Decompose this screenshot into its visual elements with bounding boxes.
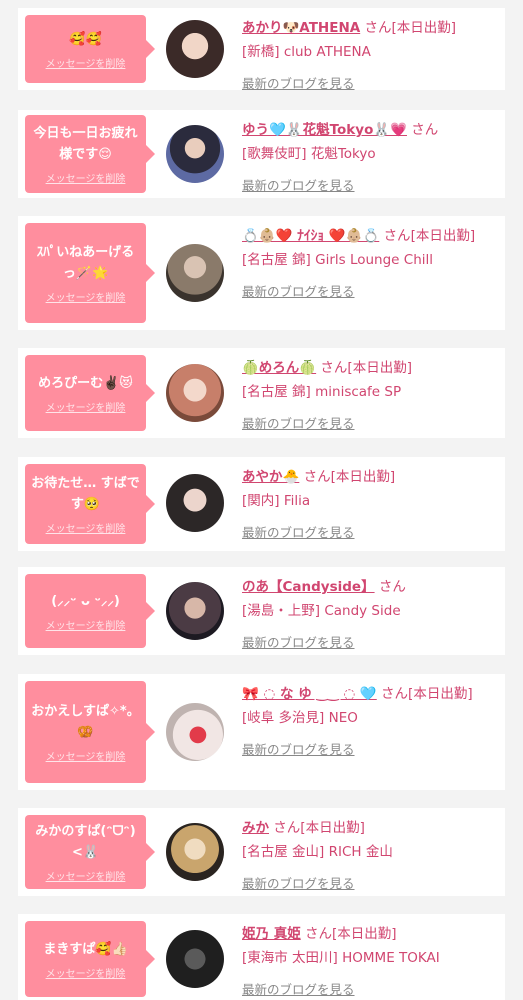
list-item: ｽﾊﾟいねあーげるっ🪄🌟 メッセージを削除 💍👶🏼❤️ ﾅｲｼｮ ❤️👶🏼💍 さ… xyxy=(18,216,505,330)
status-badge: [本日出勤] xyxy=(410,228,476,244)
avatar[interactable] xyxy=(166,703,224,761)
delete-message-link[interactable]: メッセージを削除 xyxy=(46,748,126,763)
list-item: めろぴーむ✌🏿😻 メッセージを削除 🍈めろん🍈 さん[本日出勤] [名古屋 錦]… xyxy=(18,348,505,438)
list-item: まきすぱ🥰👍🏻 メッセージを削除 姫乃 真姫 さん[本日出勤] [東海市 太田川… xyxy=(18,914,505,1000)
shop-name: [関内] Filia xyxy=(242,493,311,509)
latest-blog-link[interactable]: 最新のブログを見る xyxy=(242,281,355,300)
cast-name-link[interactable]: 🎀 ◌ な ゆ ‿‿ ◌ 🩵 xyxy=(242,686,377,702)
message-text: お待たせ… すばです🥺 xyxy=(31,476,140,512)
delete-message-link[interactable]: メッセージを削除 xyxy=(46,965,126,980)
cast-info: のあ【Candyside】 さん [湯島・上野] Candy Side 最新のブ… xyxy=(242,575,495,651)
honorific: さん xyxy=(383,228,411,244)
shop-name: [新橋] club ATHENA xyxy=(242,44,371,60)
honorific: さん xyxy=(378,579,406,595)
message-text: (⸝⸝ᵕ ᴗ ᵕ⸝⸝) xyxy=(51,593,120,609)
message-bubble: めろぴーむ✌🏿😻 メッセージを削除 xyxy=(25,355,155,431)
shop-name: [名古屋 錦] Girls Lounge Chill xyxy=(242,252,434,268)
honorific: さん xyxy=(381,686,409,702)
shop-name: [名古屋 錦] miniscafe SP xyxy=(242,384,402,400)
message-text: まきすぱ🥰👍🏻 xyxy=(43,941,128,957)
cast-info: あかり🐶ATHENA さん[本日出勤] [新橋] club ATHENA 最新の… xyxy=(242,16,495,92)
message-text: 🥰🥰 xyxy=(69,31,102,47)
honorific: さん xyxy=(411,122,439,138)
avatar[interactable] xyxy=(166,582,224,640)
honorific: さん xyxy=(320,360,348,376)
cast-name-link[interactable]: みか xyxy=(242,820,269,836)
status-badge: [本日出勤] xyxy=(300,820,365,836)
delete-message-link[interactable]: メッセージを削除 xyxy=(46,520,126,535)
honorific: さん xyxy=(273,820,301,836)
honorific: さん xyxy=(305,926,332,942)
delete-message-link[interactable]: メッセージを削除 xyxy=(46,399,126,414)
shop-name: [東海市 太田川] HOMME TOKAI xyxy=(242,950,440,966)
favorite-message-list: 🥰🥰 メッセージを削除 あかり🐶ATHENA さん[本日出勤] [新橋] clu… xyxy=(0,0,523,1000)
latest-blog-link[interactable]: 最新のブログを見る xyxy=(242,175,355,194)
message-text: 今日も一日お疲れ様です😌 xyxy=(33,126,138,162)
list-item: おかえしすぱ✧*。🥨 メッセージを削除 🎀 ◌ な ゆ ‿‿ ◌ 🩵 さん[本日… xyxy=(18,674,505,790)
honorific: さん xyxy=(364,20,392,36)
message-bubble: まきすぱ🥰👍🏻 メッセージを削除 xyxy=(25,921,155,997)
avatar[interactable] xyxy=(166,20,224,78)
message-bubble: (⸝⸝ᵕ ᴗ ᵕ⸝⸝) メッセージを削除 xyxy=(25,574,155,648)
message-text: ｽﾊﾟいねあーげるっ🪄🌟 xyxy=(36,245,135,281)
cast-name-link[interactable]: 🍈めろん🍈 xyxy=(242,360,316,376)
message-text: おかえしすぱ✧*。🥨 xyxy=(31,704,140,740)
message-text: みかのすぱ(ᵔᗜᵔ)<🐰 xyxy=(35,824,136,860)
list-item: 今日も一日お疲れ様です😌 メッセージを削除 ゆう🩵🐰花魁Tokyo🐰💗 さん [… xyxy=(18,110,505,198)
avatar[interactable] xyxy=(166,364,224,422)
shop-name: [岐阜 多治見] NEO xyxy=(242,710,358,726)
message-bubble: 今日も一日お疲れ様です😌 メッセージを削除 xyxy=(25,115,155,193)
status-badge: [本日出勤] xyxy=(332,926,397,942)
status-badge: [本日出勤] xyxy=(408,686,473,702)
avatar[interactable] xyxy=(166,244,224,302)
avatar[interactable] xyxy=(166,930,224,988)
delete-message-link[interactable]: メッセージを削除 xyxy=(46,617,126,632)
latest-blog-link[interactable]: 最新のブログを見る xyxy=(242,522,355,541)
shop-name: [湯島・上野] Candy Side xyxy=(242,603,401,619)
status-badge: [本日出勤] xyxy=(391,20,457,36)
cast-name-link[interactable]: あかり🐶ATHENA xyxy=(242,20,360,36)
honorific: さん xyxy=(303,469,331,485)
cast-name-link[interactable]: あやか🐣 xyxy=(242,469,299,485)
message-text: めろぴーむ✌🏿😻 xyxy=(38,375,133,391)
message-bubble: お待たせ… すばです🥺 メッセージを削除 xyxy=(25,464,155,544)
list-item: お待たせ… すばです🥺 メッセージを削除 あやか🐣 さん[本日出勤] [関内] … xyxy=(18,457,505,551)
cast-name-link[interactable]: 💍👶🏼❤️ ﾅｲｼｮ ❤️👶🏼💍 xyxy=(242,228,379,244)
cast-name-link[interactable]: のあ【Candyside】 xyxy=(242,579,375,595)
message-bubble: みかのすぱ(ᵔᗜᵔ)<🐰 メッセージを削除 xyxy=(25,815,155,889)
avatar[interactable] xyxy=(166,823,224,881)
latest-blog-link[interactable]: 最新のブログを見る xyxy=(242,413,355,432)
avatar[interactable] xyxy=(166,125,224,183)
delete-message-link[interactable]: メッセージを削除 xyxy=(46,868,126,883)
cast-info: あやか🐣 さん[本日出勤] [関内] Filia 最新のブログを見る xyxy=(242,465,495,541)
list-item: (⸝⸝ᵕ ᴗ ᵕ⸝⸝) メッセージを削除 のあ【Candyside】 さん [湯… xyxy=(18,567,505,655)
cast-info: 姫乃 真姫 さん[本日出勤] [東海市 太田川] HOMME TOKAI 最新の… xyxy=(242,922,495,998)
delete-message-link[interactable]: メッセージを削除 xyxy=(46,55,126,70)
latest-blog-link[interactable]: 最新のブログを見る xyxy=(242,979,355,998)
cast-info: 🍈めろん🍈 さん[本日出勤] [名古屋 錦] miniscafe SP 最新のブ… xyxy=(242,356,495,432)
list-item: みかのすぱ(ᵔᗜᵔ)<🐰 メッセージを削除 みか さん[本日出勤] [名古屋 金… xyxy=(18,808,505,896)
avatar[interactable] xyxy=(166,474,224,532)
message-bubble: おかえしすぱ✧*。🥨 メッセージを削除 xyxy=(25,681,155,783)
delete-message-link[interactable]: メッセージを削除 xyxy=(46,170,126,185)
cast-info: 💍👶🏼❤️ ﾅｲｼｮ ❤️👶🏼💍 さん[本日出勤] [名古屋 錦] Girls … xyxy=(242,224,495,300)
delete-message-link[interactable]: メッセージを削除 xyxy=(46,289,126,304)
status-badge: [本日出勤] xyxy=(330,469,396,485)
message-bubble: 🥰🥰 メッセージを削除 xyxy=(25,15,155,83)
cast-info: みか さん[本日出勤] [名古屋 金山] RICH 金山 最新のブログを見る xyxy=(242,816,495,892)
cast-name-link[interactable]: ゆう🩵🐰花魁Tokyo🐰💗 xyxy=(242,122,407,138)
status-badge: [本日出勤] xyxy=(347,360,412,376)
latest-blog-link[interactable]: 最新のブログを見る xyxy=(242,739,355,758)
cast-info: ゆう🩵🐰花魁Tokyo🐰💗 さん [歌舞伎町] 花魁Tokyo 最新のブログを見… xyxy=(242,118,495,194)
latest-blog-link[interactable]: 最新のブログを見る xyxy=(242,73,355,92)
message-bubble: ｽﾊﾟいねあーげるっ🪄🌟 メッセージを削除 xyxy=(25,223,155,323)
cast-info: 🎀 ◌ な ゆ ‿‿ ◌ 🩵 さん[本日出勤] [岐阜 多治見] NEO 最新の… xyxy=(242,682,495,758)
latest-blog-link[interactable]: 最新のブログを見る xyxy=(242,632,355,651)
shop-name: [名古屋 金山] RICH 金山 xyxy=(242,844,393,860)
list-item: 🥰🥰 メッセージを削除 あかり🐶ATHENA さん[本日出勤] [新橋] clu… xyxy=(18,8,505,92)
cast-name-link[interactable]: 姫乃 真姫 xyxy=(242,926,301,942)
shop-name: [歌舞伎町] 花魁Tokyo xyxy=(242,146,376,162)
latest-blog-link[interactable]: 最新のブログを見る xyxy=(242,873,355,892)
